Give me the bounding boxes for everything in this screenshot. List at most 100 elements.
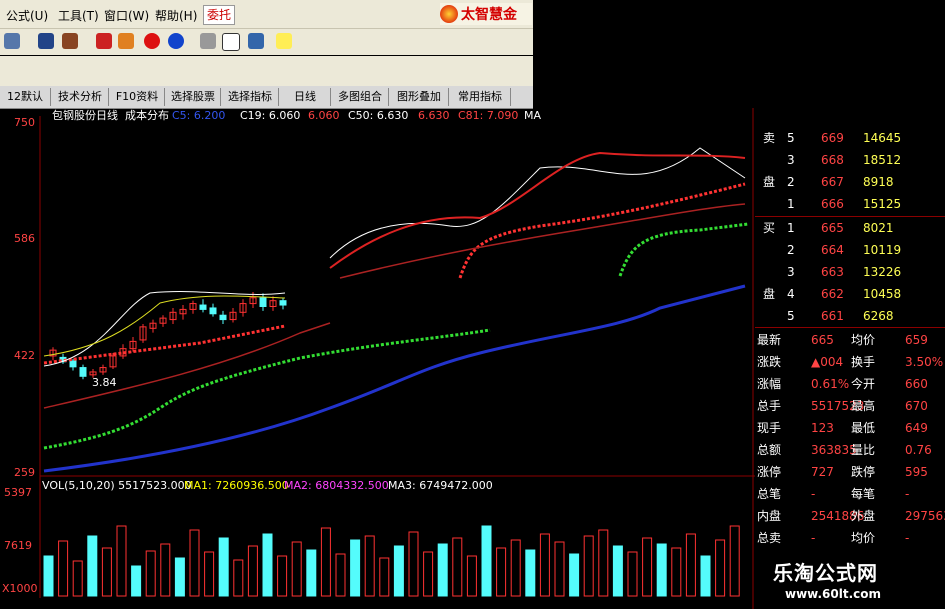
volume-bar xyxy=(204,551,215,597)
stat-label: 总笔 xyxy=(757,487,782,501)
ma-blue-line xyxy=(43,284,746,473)
buy-level: 4 xyxy=(787,287,795,301)
buy-price[interactable]: 663 xyxy=(821,262,844,282)
volume-bar xyxy=(656,543,667,597)
volume-bar xyxy=(58,540,69,597)
volume-bar xyxy=(160,543,171,597)
stat-label-2: 最高 xyxy=(851,399,876,413)
buy-volume: 8021 xyxy=(863,221,894,235)
volume-bar xyxy=(131,565,142,597)
sell-price[interactable]: 666 xyxy=(821,194,844,214)
stat-value-2: 670 xyxy=(905,399,928,413)
stat-label: 涨停 xyxy=(757,465,782,479)
sell-level: 2 xyxy=(787,175,795,189)
volume-bar xyxy=(335,553,346,597)
stat-value-2: 660 xyxy=(905,377,928,391)
buy-level: 5 xyxy=(787,309,795,323)
c50b-label: 6.630 xyxy=(418,109,450,122)
watermark-title: 乐淘公式网 xyxy=(773,561,878,585)
entrust-button[interactable]: 委托 xyxy=(203,5,236,25)
stat-value-2: 659 xyxy=(905,333,928,347)
volume-bar xyxy=(452,537,463,597)
buy-price[interactable]: 664 xyxy=(821,240,844,260)
sell-row: 盘 2 667 8918 xyxy=(755,172,945,192)
tab-select-indicator[interactable]: 选择指标 xyxy=(222,88,279,106)
tab-overlay[interactable]: 图形叠加 xyxy=(390,88,449,106)
menu-help[interactable]: 帮助(H) xyxy=(155,7,197,24)
volume-bar xyxy=(43,555,54,597)
stat-row: 现手 123 最低 649 xyxy=(755,418,945,438)
stat-value-2: 3.50% xyxy=(905,355,944,369)
tab-bar: 12默认 技术分析 F10资料 选择股票 选择指标 日线 多图组合 图形叠加 常… xyxy=(0,86,533,109)
sell-row: 1 666 15125 xyxy=(755,194,945,214)
vol-tick: 5397 xyxy=(4,486,32,499)
volume-bar xyxy=(554,541,565,597)
buy-level: 2 xyxy=(787,243,795,257)
stat-value: 665 xyxy=(811,333,834,347)
sell-price[interactable]: 667 xyxy=(821,172,844,192)
stat-value: 363835 xyxy=(811,443,857,457)
buy-volume: 13226 xyxy=(863,265,902,279)
candles xyxy=(49,291,287,380)
sell-price[interactable]: 669 xyxy=(821,128,844,148)
f10-icon[interactable] xyxy=(96,33,112,49)
sell-price[interactable]: 668 xyxy=(821,150,844,170)
sell-volume: 15125 xyxy=(863,197,902,211)
volume-bar xyxy=(685,533,696,597)
volume-bar xyxy=(72,560,83,597)
ma-dark-red xyxy=(43,322,331,409)
buy-price[interactable]: 661 xyxy=(821,306,844,326)
buy-row: 2 664 10119 xyxy=(755,240,945,260)
kline-chart[interactable]: 包钢股份日线 成本分布 C5: 6.200 C19: 6.060 6.060 C… xyxy=(0,108,755,609)
tab-select-stock[interactable]: 选择股票 xyxy=(166,88,221,106)
stat-value: 0.61% xyxy=(811,377,850,391)
volume-bar xyxy=(87,535,98,597)
c19b-label: 6.060 xyxy=(308,109,340,122)
tab-f10[interactable]: F10资料 xyxy=(110,88,165,106)
volume-bar xyxy=(539,533,550,597)
blue-ball-icon[interactable] xyxy=(168,33,184,49)
tab-multi[interactable]: 多图组合 xyxy=(332,88,389,106)
c19-label: C19: 6.060 xyxy=(240,109,300,122)
toolbar-blank xyxy=(0,56,533,86)
stat-value-2: - xyxy=(905,487,910,501)
volume-bar xyxy=(525,549,536,597)
watermark-url: www.60lt.com xyxy=(785,587,882,601)
buy-volume: 10458 xyxy=(863,287,902,301)
buy-price[interactable]: 665 xyxy=(821,218,844,238)
stat-label-2: 均价 xyxy=(851,333,876,347)
tab-daily[interactable]: 日线 xyxy=(280,88,331,106)
binocular-icon[interactable] xyxy=(38,33,54,49)
stat-label-2: 外盘 xyxy=(851,509,876,523)
help-cursor-icon[interactable] xyxy=(276,33,292,49)
window-icon[interactable] xyxy=(222,33,240,51)
volume-bars xyxy=(43,525,740,597)
volume-bar xyxy=(598,529,609,597)
menu-tools[interactable]: 工具(T) xyxy=(58,7,99,24)
tab-tech[interactable]: 技术分析 xyxy=(52,88,109,106)
books-icon[interactable] xyxy=(248,33,264,49)
diamond-icon[interactable] xyxy=(118,33,134,49)
buy-price[interactable]: 662 xyxy=(821,284,844,304)
sell-side-label: 卖 xyxy=(763,131,776,145)
sell-level: 5 xyxy=(787,131,795,145)
tab-default[interactable]: 12默认 xyxy=(0,88,51,106)
volume-bar xyxy=(466,555,477,597)
vol-label: VOL(5,10,20) 5517523.000 xyxy=(42,479,192,492)
stat-label: 现手 xyxy=(757,421,782,435)
grid-icon[interactable] xyxy=(4,33,20,49)
buy-row: 3 663 13226 xyxy=(755,262,945,282)
stat-value: ▲004 xyxy=(811,355,844,369)
volume-bar xyxy=(393,545,404,597)
ma-dark-red-2 xyxy=(339,203,746,279)
brand-icon xyxy=(440,5,458,23)
red-ball-icon[interactable] xyxy=(144,33,160,49)
print-icon[interactable] xyxy=(200,33,216,49)
tab-common[interactable]: 常用指标 xyxy=(450,88,511,106)
sell-volume: 14645 xyxy=(863,131,902,145)
menu-window[interactable]: 窗口(W) xyxy=(104,7,149,24)
low-label: 3.84 xyxy=(92,376,117,389)
volume-bar xyxy=(233,559,244,597)
menu-formula[interactable]: 公式(U) xyxy=(6,7,48,24)
alert-icon[interactable] xyxy=(62,33,78,49)
